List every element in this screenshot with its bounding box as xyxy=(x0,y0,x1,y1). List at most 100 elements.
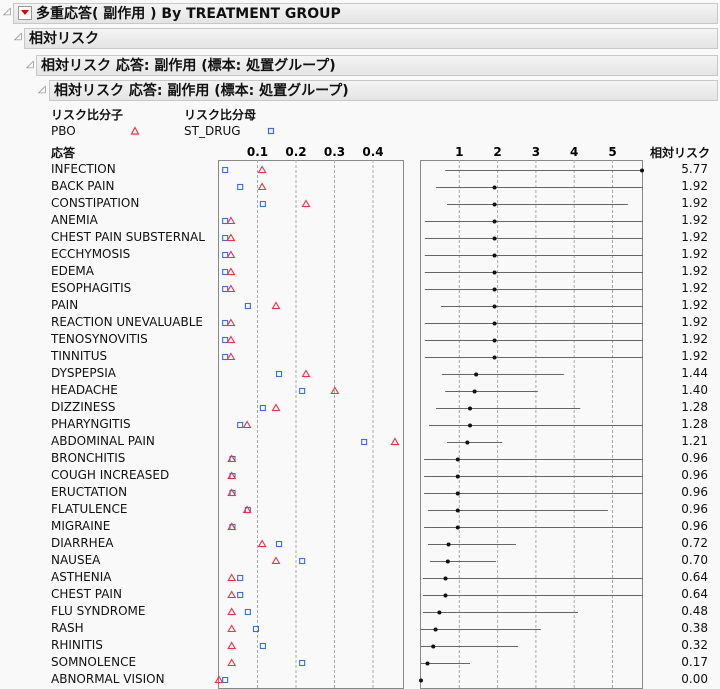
response-label: PHARYNGITIS xyxy=(51,417,131,431)
pbo-marker xyxy=(390,437,400,446)
rr-point xyxy=(492,202,497,207)
response-label: ASTHENIA xyxy=(51,570,112,584)
st-drug-marker xyxy=(222,251,229,259)
response-label: INFECTION xyxy=(51,162,116,176)
response-label: EDEMA xyxy=(51,264,94,278)
rr-point xyxy=(443,593,448,598)
pbo-marker xyxy=(227,590,237,599)
rr-value: 0.96 xyxy=(681,519,708,533)
pbo-marker xyxy=(301,199,311,208)
proportion-tick-label: 0.4 xyxy=(362,145,383,159)
response-label: CONSTIPATION xyxy=(51,196,140,210)
st-drug-marker xyxy=(299,387,306,395)
rr-point xyxy=(492,236,497,241)
rr-value: 1.21 xyxy=(681,434,708,448)
rr-plot-frame xyxy=(420,160,643,689)
pbo-marker xyxy=(226,267,236,276)
rr-point xyxy=(455,474,460,479)
pbo-marker xyxy=(226,318,236,327)
response-label: ANEMIA xyxy=(51,213,98,227)
rr-value: 5.77 xyxy=(681,162,708,176)
pbo-marker xyxy=(226,250,236,259)
rr-value: 0.64 xyxy=(681,587,708,601)
rr-value: 0.32 xyxy=(681,638,708,652)
response-label: RASH xyxy=(51,621,84,635)
response-label: DYSPEPSIA xyxy=(51,366,116,380)
pbo-marker xyxy=(227,573,237,582)
rr-value: 0.96 xyxy=(681,468,708,482)
rr-point xyxy=(492,321,497,326)
rr-value: 1.44 xyxy=(681,366,708,380)
response-label: HEADACHE xyxy=(51,383,118,397)
rr-point xyxy=(474,372,479,377)
response-label: DIARRHEA xyxy=(51,536,114,550)
rr-value: 0.00 xyxy=(681,672,708,686)
response-label: RHINITIS xyxy=(51,638,103,652)
st-drug-marker xyxy=(237,421,244,429)
response-label: NAUSEA xyxy=(51,553,101,567)
rr-point xyxy=(437,610,442,615)
st-drug-marker xyxy=(276,370,283,378)
rr-value: 1.92 xyxy=(681,196,708,210)
pbo-marker xyxy=(226,284,236,293)
response-label: TENOSYNOVITIS xyxy=(51,332,148,346)
st-drug-marker xyxy=(299,557,306,565)
rr-value: 0.96 xyxy=(681,485,708,499)
rr-value: 1.40 xyxy=(681,383,708,397)
st-drug-marker xyxy=(222,285,229,293)
st-drug-marker xyxy=(299,659,306,667)
pbo-marker xyxy=(227,624,237,633)
rr-value: 0.48 xyxy=(681,604,708,618)
rr-value: 1.92 xyxy=(681,332,708,346)
st-drug-marker xyxy=(244,302,251,310)
rr-point xyxy=(492,219,497,224)
rr-point xyxy=(446,542,451,547)
rr-tick-label: 1 xyxy=(455,145,463,159)
st-drug-marker xyxy=(237,591,244,599)
pbo-marker xyxy=(226,233,236,242)
rr-value: 1.28 xyxy=(681,417,708,431)
rr-point xyxy=(455,491,460,496)
rr-value: 0.64 xyxy=(681,570,708,584)
st-drug-marker xyxy=(222,166,229,174)
pbo-marker xyxy=(227,658,237,667)
rr-point xyxy=(472,389,477,394)
st-drug-marker xyxy=(259,200,266,208)
rr-point xyxy=(492,338,497,343)
rr-value: 0.17 xyxy=(681,655,708,669)
pbo-marker xyxy=(301,369,311,378)
rr-value: 0.70 xyxy=(681,553,708,567)
rr-value: 0.38 xyxy=(681,621,708,635)
pbo-marker xyxy=(271,301,281,310)
pbo-marker xyxy=(226,352,236,361)
st-drug-marker xyxy=(237,574,244,582)
rr-value: 1.28 xyxy=(681,400,708,414)
response-label: SOMNOLENCE xyxy=(51,655,137,669)
st-drug-marker xyxy=(276,540,283,548)
response-label: ECCHYMOSIS xyxy=(51,247,131,261)
rr-point xyxy=(492,185,497,190)
response-label: PAIN xyxy=(51,298,79,312)
rr-point xyxy=(492,304,497,309)
rr-point xyxy=(433,627,438,632)
rr-value: 1.92 xyxy=(681,264,708,278)
pbo-marker xyxy=(271,403,281,412)
response-label: ESOPHAGITIS xyxy=(51,281,132,295)
st-drug-marker xyxy=(259,642,266,650)
rr-value: 0.96 xyxy=(681,502,708,516)
pbo-marker xyxy=(227,607,237,616)
st-drug-marker xyxy=(222,319,229,327)
rr-point xyxy=(455,508,460,513)
rr-point xyxy=(639,168,644,173)
rr-point xyxy=(455,525,460,530)
rr-tick-label: 4 xyxy=(570,145,578,159)
rr-point xyxy=(468,423,473,428)
rr-point xyxy=(419,678,423,683)
rr-point xyxy=(443,576,448,581)
rr-tick-label: 3 xyxy=(532,145,540,159)
rr-value: 1.92 xyxy=(681,315,708,329)
st-drug-marker xyxy=(361,438,368,446)
pbo-marker xyxy=(226,216,236,225)
proportion-tick-label: 0.1 xyxy=(247,145,268,159)
rr-tick-label: 5 xyxy=(608,145,616,159)
